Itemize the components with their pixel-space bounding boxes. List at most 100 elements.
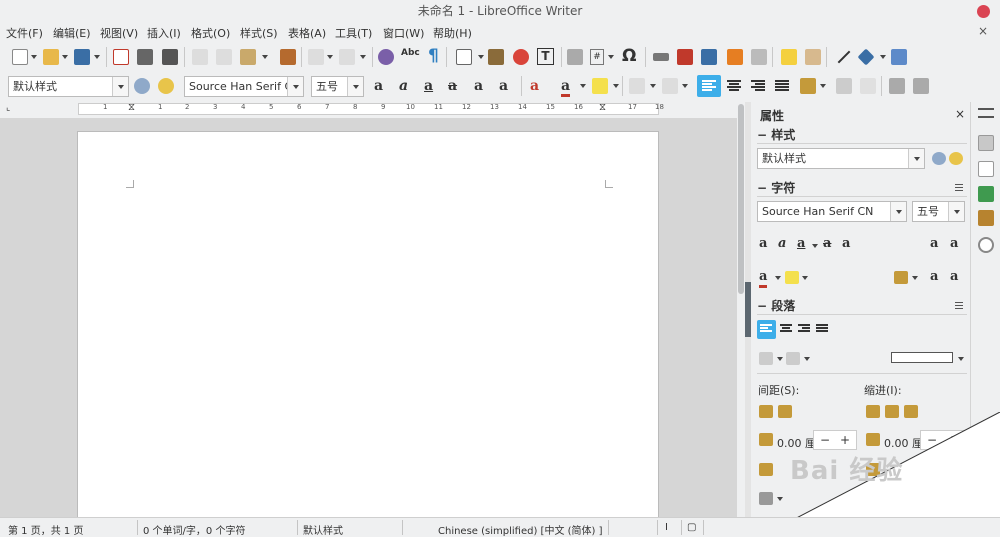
spacing-dropdown-icon[interactable]	[912, 276, 918, 280]
bullets-icon[interactable]	[629, 78, 645, 94]
page-count[interactable]: 第 1 页，共 1 页	[8, 522, 83, 537]
line-spacing-dropdown-icon[interactable]	[820, 84, 826, 88]
undo-dropdown-icon[interactable]	[327, 55, 333, 59]
horizontal-ruler[interactable]: ⌞ 1 ⧖ 1 2 3 4 5 6 7 8 9 10 11 12 13 14 1…	[0, 101, 745, 117]
chevron-down-icon[interactable]	[908, 149, 924, 168]
new-document-icon[interactable]	[12, 49, 28, 65]
window-close-button[interactable]	[977, 5, 990, 18]
right-indent-marker[interactable]: ⧖	[599, 102, 606, 113]
copy-icon[interactable]	[216, 49, 232, 65]
first-line-indent-marker[interactable]: ⧖	[128, 102, 135, 113]
paragraph-section-header[interactable]: − 段落	[757, 297, 795, 314]
menu-file[interactable]: 文件(F)	[6, 25, 43, 41]
menu-help[interactable]: 帮助(H)	[433, 25, 472, 41]
sidebar-align-center-button[interactable]	[777, 320, 796, 339]
paste-dropdown-icon[interactable]	[262, 55, 268, 59]
chevron-down-icon[interactable]	[948, 202, 964, 221]
insert-hyperlink-icon[interactable]	[653, 53, 669, 61]
sidebar-justify-button[interactable]	[813, 320, 832, 339]
insert-bookmark-icon[interactable]	[727, 49, 743, 65]
align-right-button[interactable]	[746, 75, 770, 97]
export-pdf-icon[interactable]	[113, 49, 129, 65]
paste-icon[interactable]	[240, 49, 256, 65]
styles-tab-icon[interactable]	[978, 186, 994, 202]
bullets-dropdown-icon[interactable]	[777, 357, 783, 361]
sidebar-highlight-icon[interactable]	[785, 271, 799, 284]
chevron-down-icon[interactable]	[890, 202, 906, 221]
sidebar-close-icon[interactable]: ×	[955, 107, 965, 121]
sidebar-settings-icon[interactable]	[978, 108, 994, 118]
menu-insert[interactable]: 插入(I)	[147, 25, 181, 41]
chevron-down-icon[interactable]	[287, 77, 303, 96]
insert-chart-icon[interactable]	[513, 49, 529, 65]
track-changes-icon[interactable]	[805, 49, 821, 65]
gallery-tab-icon[interactable]	[978, 210, 994, 226]
line-spacing-icon[interactable]	[800, 78, 816, 94]
insert-comment-icon[interactable]	[781, 49, 797, 65]
numbering-dropdown-icon[interactable]	[804, 357, 810, 361]
print-preview-icon[interactable]	[162, 49, 178, 65]
update-style-icon[interactable]	[134, 78, 150, 94]
open-dropdown-icon[interactable]	[62, 55, 68, 59]
menu-view[interactable]: 视图(V)	[100, 25, 138, 41]
redo-icon[interactable]	[339, 49, 355, 65]
undo-icon[interactable]	[308, 49, 324, 65]
table-dropdown-icon[interactable]	[478, 55, 484, 59]
menu-styles[interactable]: 样式(S)	[240, 25, 278, 41]
sidebar-grow-font-icon[interactable]: a	[930, 236, 938, 252]
paragraph-style-combo[interactable]: 默认样式	[8, 76, 129, 97]
decrease-indent-icon[interactable]	[913, 78, 929, 94]
sidebar-shrink-font-icon[interactable]: a	[950, 236, 958, 252]
italic-icon[interactable]: a	[399, 78, 408, 94]
sidebar-font-size-combo[interactable]: 五号	[912, 201, 965, 222]
page-tab-icon[interactable]	[978, 161, 994, 177]
strikethrough-icon[interactable]: a	[448, 78, 457, 94]
selection-mode-icon[interactable]: ▢	[687, 522, 696, 533]
cut-icon[interactable]	[192, 49, 208, 65]
subscript-icon[interactable]: a	[499, 78, 508, 94]
formatting-marks-icon[interactable]: ¶	[428, 46, 439, 66]
menu-tools[interactable]: 工具(T)	[335, 25, 372, 41]
align-center-button[interactable]	[722, 75, 746, 97]
close-document-icon[interactable]: ×	[978, 24, 988, 38]
menu-window[interactable]: 窗口(W)	[383, 25, 424, 41]
insert-footnote-icon[interactable]	[677, 49, 693, 65]
underline-icon[interactable]: a	[424, 78, 433, 94]
insert-mode-icon[interactable]: I	[665, 522, 668, 533]
bold-icon[interactable]: a	[374, 78, 383, 94]
clear-formatting-icon[interactable]: a	[530, 78, 539, 94]
increase-paragraph-spacing-icon[interactable]	[836, 78, 852, 94]
sidebar-subscript-icon[interactable]: a	[950, 269, 958, 285]
draw-functions-icon[interactable]	[891, 49, 907, 65]
font-size-combo[interactable]: 五号	[311, 76, 364, 97]
highlight-color-icon[interactable]	[592, 78, 608, 94]
navigator-tab-icon[interactable]	[978, 237, 994, 253]
sidebar-underline-icon[interactable]: a	[797, 236, 805, 252]
font-color-dropdown-icon[interactable]	[775, 276, 781, 280]
clone-formatting-icon[interactable]	[280, 49, 296, 65]
field-dropdown-icon[interactable]	[608, 55, 614, 59]
numbering-dropdown-icon[interactable]	[682, 84, 688, 88]
insert-table-icon[interactable]	[456, 49, 472, 65]
document-page[interactable]	[77, 131, 659, 521]
menu-format[interactable]: 格式(O)	[191, 25, 230, 41]
vertical-scrollbar[interactable]	[737, 102, 745, 517]
save-icon[interactable]	[74, 49, 90, 65]
highlight-dropdown-icon[interactable]	[613, 84, 619, 88]
chevron-down-icon[interactable]	[347, 77, 363, 96]
language[interactable]: Chinese (simplified) [中文 (简体) ]	[438, 522, 603, 537]
font-color-icon[interactable]: a	[561, 78, 571, 97]
page-style[interactable]: 默认样式	[303, 522, 343, 537]
highlight-dropdown-icon[interactable]	[802, 276, 808, 280]
new-dropdown-icon[interactable]	[31, 55, 37, 59]
save-dropdown-icon[interactable]	[94, 55, 100, 59]
justify-button[interactable]	[770, 75, 794, 97]
sidebar-numbering-icon[interactable]	[786, 352, 800, 365]
bullets-dropdown-icon[interactable]	[650, 84, 656, 88]
paragraph-background-color-swatch[interactable]	[891, 352, 953, 363]
superscript-icon[interactable]: a	[474, 78, 483, 94]
word-count[interactable]: 0 个单词/字，0 个字符	[143, 522, 245, 537]
increase-indent-icon[interactable]	[889, 78, 905, 94]
styles-section-header[interactable]: − 样式	[757, 126, 795, 143]
insert-endnote-icon[interactable]	[701, 49, 717, 65]
